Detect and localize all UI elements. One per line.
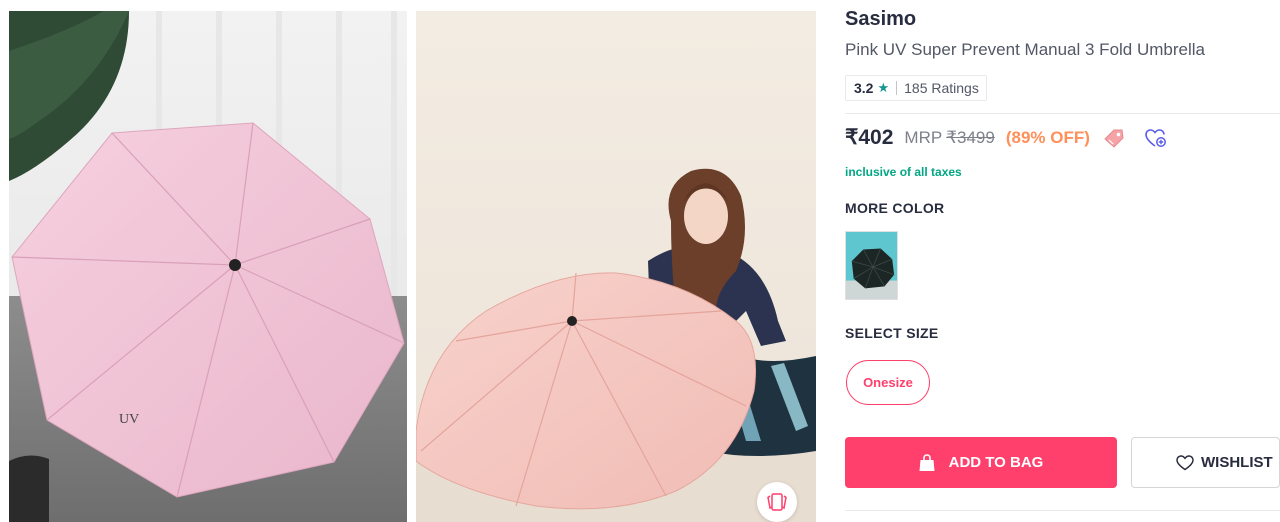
wishlist-label: WISHLIST <box>1201 454 1273 471</box>
add-to-bag-button[interactable]: ADD TO BAG <box>845 437 1117 488</box>
star-icon: ★ <box>877 80 890 95</box>
umbrella-print-text: UV <box>119 412 139 427</box>
section-divider <box>845 113 1280 114</box>
product-page: UV Sasimo Pink UV Super Prevent Manual 3… <box>0 0 1280 522</box>
rating-score: 3.2 <box>854 80 874 96</box>
product-info-panel: Sasimo Pink UV Super Prevent Manual 3 Fo… <box>845 0 1280 522</box>
wishlist-button[interactable]: WISHLIST <box>1131 437 1280 488</box>
discount-percent: (89% OFF) <box>1005 127 1090 147</box>
rating-count: 185 Ratings <box>904 80 979 96</box>
rating-separator <box>896 81 898 95</box>
color-swatch-black[interactable] <box>845 231 898 300</box>
pink-umbrella-image: UV <box>9 11 407 522</box>
heart-plus-icon[interactable] <box>1144 127 1168 149</box>
black-umbrella-thumbnail <box>846 232 897 299</box>
mrp-value: ₹3499 <box>946 127 995 147</box>
model-umbrella-image <box>416 11 816 522</box>
price-tag-icon <box>1102 127 1126 149</box>
product-image-1[interactable]: UV <box>9 11 407 522</box>
selling-price: ₹402 <box>845 126 894 149</box>
price-row: ₹402 MRP ₹3499 (89% OFF) <box>845 125 1168 150</box>
size-option-onesize[interactable]: Onesize <box>846 360 930 405</box>
rating-badge[interactable]: 3.2 ★ 185 Ratings <box>845 75 987 101</box>
mrp-label: MRP <box>904 127 943 147</box>
bottom-divider <box>845 510 1280 511</box>
view-similar-button[interactable] <box>757 482 797 522</box>
product-image-2[interactable] <box>416 11 816 522</box>
tax-note: inclusive of all taxes <box>845 165 962 179</box>
bag-icon <box>919 453 935 472</box>
similar-products-icon <box>767 493 787 511</box>
add-to-bag-label: ADD TO BAG <box>948 454 1044 471</box>
select-size-title: SELECT SIZE <box>845 325 939 341</box>
heart-icon <box>1176 454 1194 471</box>
product-title: Pink UV Super Prevent Manual 3 Fold Umbr… <box>845 40 1205 59</box>
more-color-title: MORE COLOR <box>845 200 945 216</box>
brand-name: Sasimo <box>845 8 917 30</box>
